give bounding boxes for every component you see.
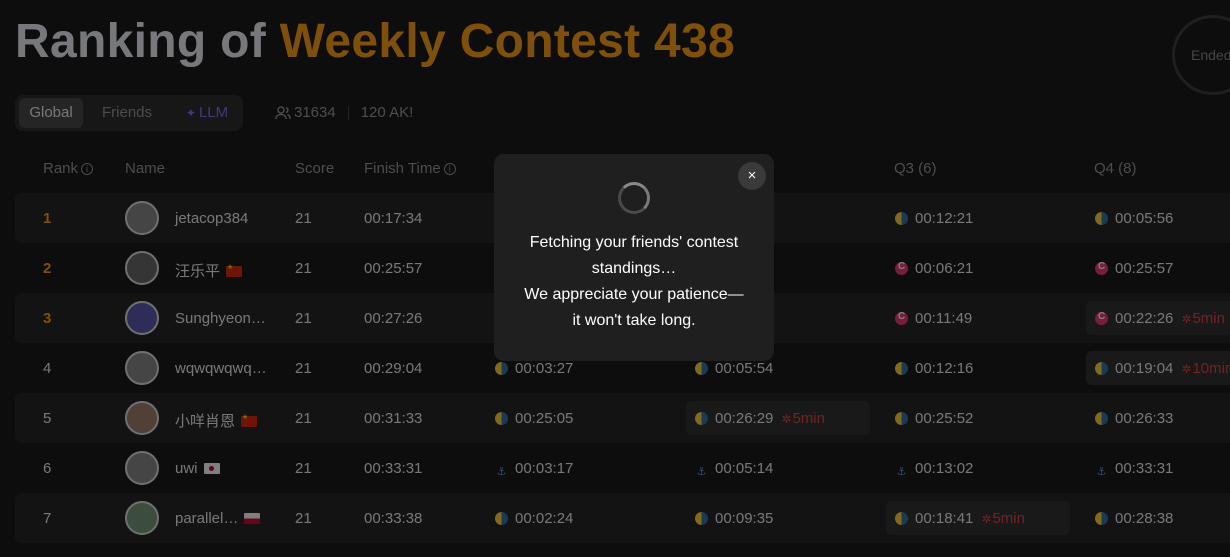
close-icon[interactable]: × [738, 162, 766, 190]
modal-line-4: it won't take long. [572, 312, 696, 329]
modal-message: Fetching your friends' contest standings… [494, 230, 774, 334]
ranking-page: Ranking of Weekly Contest 438 Ended Glob… [0, 0, 1230, 557]
loading-modal: × Fetching your friends' contest standin… [494, 154, 774, 361]
modal-line-3: We appreciate your patience— [524, 286, 744, 303]
loading-spinner-icon [618, 182, 650, 214]
modal-line-1: Fetching your friends' contest [529, 234, 739, 251]
modal-line-2: standings… [591, 260, 677, 277]
